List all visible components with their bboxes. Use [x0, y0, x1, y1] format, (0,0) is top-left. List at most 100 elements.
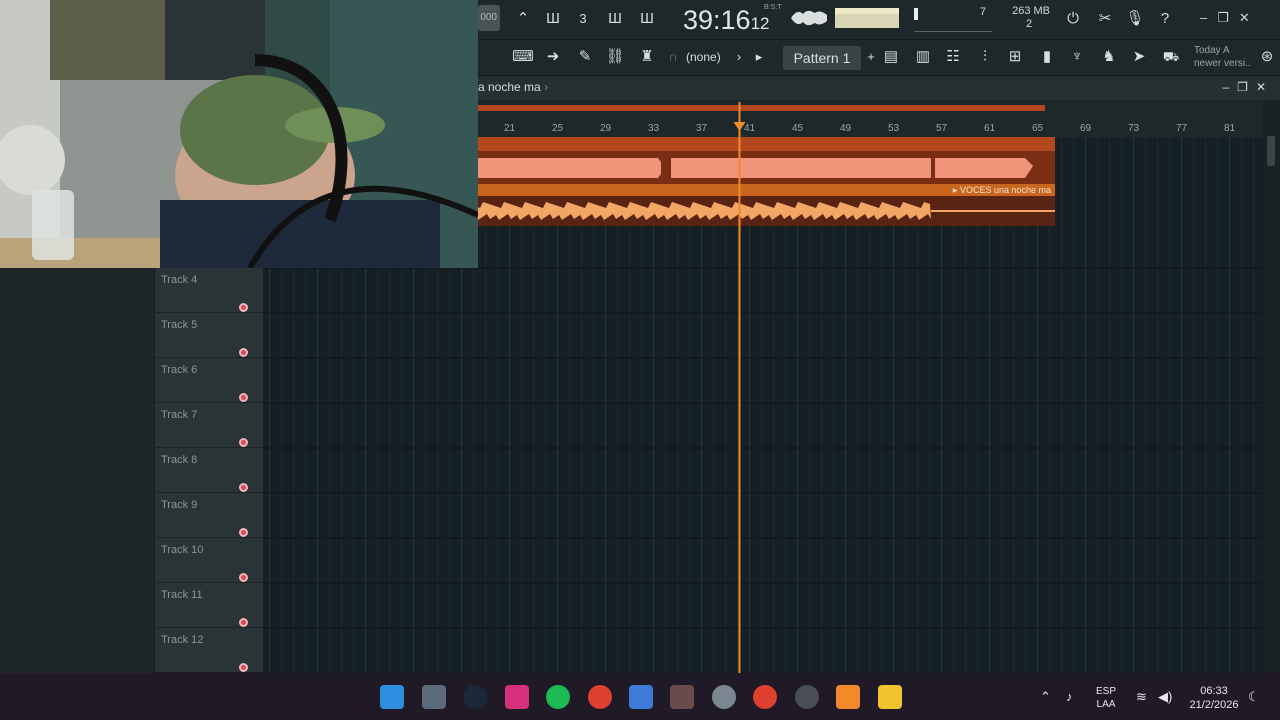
news-line-1: Today A: [1194, 45, 1230, 56]
window-controls: –❐✕: [1200, 10, 1260, 26]
secondary-toolbar: ⌨ ➜ ✎ ⛓ ♜ ∩ (none) › ▸ Pattern 1 + ▤ ▥ ☷…: [478, 40, 1280, 76]
metronome-icon[interactable]: ⌃: [510, 7, 536, 31]
fl-studio-icon[interactable]: [836, 685, 860, 709]
arrow-right-icon[interactable]: ➜: [540, 45, 566, 69]
playlist-icon[interactable]: ▤: [878, 45, 904, 69]
volume-icon[interactable]: ◀): [1158, 689, 1172, 705]
track-header[interactable]: Track 5: [155, 313, 263, 358]
globe-icon[interactable]: ⊛: [1254, 45, 1280, 69]
ruler-label: 41: [744, 123, 756, 134]
track-name: Track 10: [161, 544, 204, 556]
power-icon[interactable]: ⏻: [1060, 7, 1086, 31]
track-mute-led[interactable]: [239, 303, 248, 312]
oscilloscope-display: [791, 8, 899, 28]
browser-panel: [0, 268, 155, 673]
chrome-icon-2[interactable]: [753, 685, 777, 709]
track-header[interactable]: Track 4: [155, 268, 263, 313]
stamp-icon[interactable]: ♜: [634, 45, 660, 69]
ruler-label: 29: [600, 123, 612, 134]
track-header[interactable]: Track 7: [155, 403, 263, 448]
play-arrow-icon[interactable]: ▸: [746, 45, 772, 69]
notifications-icon[interactable]: ☾: [1248, 689, 1260, 705]
chrome-icon[interactable]: [588, 685, 612, 709]
playlist-window-controls: –❐✕: [1222, 80, 1274, 94]
vertical-scrollbar[interactable]: [1263, 100, 1280, 673]
minimize-icon[interactable]: –: [1200, 10, 1217, 25]
typing-keyboard-icon[interactable]: ⌨: [510, 45, 536, 69]
cut-icon[interactable]: ✂: [1092, 7, 1118, 31]
ruler-label: 37: [696, 123, 708, 134]
track-mute-led[interactable]: [239, 663, 248, 672]
steam-icon[interactable]: [463, 685, 487, 709]
scroll-thumb[interactable]: [1267, 136, 1275, 166]
track-header[interactable]: Track 11: [155, 583, 263, 628]
microphone-icon[interactable]: 🎙: [1122, 7, 1148, 31]
pencil-icon[interactable]: ✎: [572, 45, 598, 69]
track-header[interactable]: Track 12: [155, 628, 263, 673]
person-icon[interactable]: ♞: [1096, 45, 1122, 69]
browser-icon[interactable]: ⊞: [1002, 45, 1028, 69]
time-display[interactable]: 39:1612: [683, 4, 775, 40]
track-mute-led[interactable]: [239, 393, 248, 402]
track-header[interactable]: Track 9: [155, 493, 263, 538]
memory-usage: 263 MB: [1012, 5, 1050, 17]
obs-icon[interactable]: [795, 685, 819, 709]
game-icon[interactable]: [670, 685, 694, 709]
taskbar-clock[interactable]: 06:33 21/2/2026: [1186, 684, 1242, 712]
playlist-minimize-icon[interactable]: –: [1222, 80, 1237, 94]
snap-selector[interactable]: (none): [686, 50, 721, 64]
track-mute-led[interactable]: [239, 618, 248, 627]
spotify-icon[interactable]: [546, 685, 570, 709]
chevron-up-icon[interactable]: ⌃: [1040, 689, 1051, 705]
countdown-icon[interactable]: 3: [570, 7, 596, 31]
close-icon[interactable]: ✕: [1239, 10, 1260, 25]
track-header[interactable]: Track 10: [155, 538, 263, 583]
language-line-1: ESP: [1096, 686, 1117, 697]
loop-record-icon[interactable]: Ш: [634, 7, 660, 31]
restore-icon[interactable]: ❐: [1217, 10, 1239, 25]
ruler-label: 45: [792, 123, 804, 134]
track-mute-led[interactable]: [239, 528, 248, 537]
track-header[interactable]: Track 6: [155, 358, 263, 403]
playlist-restore-icon[interactable]: ❐: [1237, 80, 1256, 94]
pattern-selector[interactable]: Pattern 1: [783, 46, 861, 70]
settings-icon[interactable]: [712, 685, 736, 709]
track-mute-led[interactable]: [239, 348, 248, 357]
file-explorer-icon[interactable]: [878, 685, 902, 709]
piano-roll-icon[interactable]: ▥: [910, 45, 936, 69]
time-unit-label: B:S:T: [764, 4, 782, 11]
mixer-icon[interactable]: ⫶: [972, 45, 998, 69]
link-icon[interactable]: ⛓: [602, 45, 628, 69]
microphone-tray-icon[interactable]: ♪: [1066, 689, 1073, 704]
clip-1-wave-b: [671, 158, 931, 178]
track-name: Track 8: [161, 454, 198, 466]
windows-start-icon[interactable]: [380, 685, 404, 709]
store-icon[interactable]: [629, 685, 653, 709]
track-header[interactable]: Track 8: [155, 448, 263, 493]
channel-rack-icon[interactable]: ☷: [940, 45, 966, 69]
tag-icon[interactable]: ➤: [1126, 45, 1152, 69]
instagram-icon[interactable]: [505, 685, 529, 709]
paste-icon[interactable]: ▮: [1034, 45, 1060, 69]
magnet-icon[interactable]: ∩: [660, 45, 686, 69]
clip-1-wave-a: [477, 158, 661, 178]
cpu-value: 7: [979, 6, 986, 18]
song-position-box[interactable]: 000: [478, 5, 500, 31]
language-indicator[interactable]: ESP LAA: [1096, 685, 1116, 711]
track-mute-led[interactable]: [239, 438, 248, 447]
news-panel[interactable]: Today A newer versi..: [1194, 44, 1251, 70]
cart-icon[interactable]: ⛟: [1158, 45, 1184, 69]
track-mute-led[interactable]: [239, 483, 248, 492]
step-edit-icon[interactable]: Ш: [602, 7, 628, 31]
help-icon[interactable]: ?: [1152, 7, 1178, 31]
track-mute-led[interactable]: [239, 573, 248, 582]
playlist-close-icon[interactable]: ✕: [1256, 80, 1274, 94]
chevron-right-icon: ›: [544, 80, 549, 94]
wait-for-input-icon[interactable]: Ш: [540, 7, 566, 31]
ruler-label: 61: [984, 123, 996, 134]
wifi-icon[interactable]: ≋: [1136, 689, 1147, 705]
windows-taskbar: ⌃ ♪ ESP LAA ≋ ◀) 06:33 21/2/2026 ☾: [0, 673, 1280, 720]
camera-app-icon[interactable]: [422, 685, 446, 709]
plugin-icon[interactable]: ♆: [1064, 45, 1090, 69]
news-line-2: newer versi..: [1194, 58, 1251, 69]
